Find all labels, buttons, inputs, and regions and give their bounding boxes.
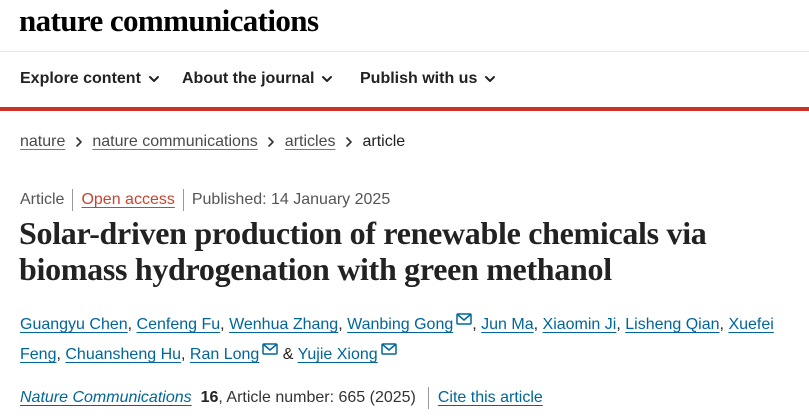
main-nav: Explore content About the journal Publis…	[0, 52, 809, 107]
divider	[182, 189, 184, 211]
site-logo[interactable]: nature communications	[19, 3, 319, 39]
divider	[427, 387, 429, 409]
article-title: Solar-driven production of renewable che…	[19, 215, 707, 287]
breadcrumb-articles[interactable]: articles	[285, 133, 336, 151]
nav-divider	[0, 107, 809, 111]
author-link[interactable]: Ran Long	[190, 346, 259, 363]
nav-about-journal[interactable]: About the journal	[182, 70, 334, 88]
author-link[interactable]: Xiaomin Ji	[543, 316, 617, 333]
author-link[interactable]: Cenfeng Fu	[137, 316, 221, 333]
author-link[interactable]: Guangyu Chen	[20, 316, 128, 333]
nav-item-label: Publish with us	[360, 70, 478, 87]
breadcrumb-nature[interactable]: nature	[20, 133, 65, 151]
breadcrumb: nature nature communications articles ar…	[20, 133, 405, 151]
chevron-down-icon	[483, 72, 497, 86]
author-separator: ,	[220, 316, 225, 333]
envelope-icon[interactable]	[456, 313, 472, 325]
author-conjunction: &	[282, 346, 294, 363]
envelope-icon[interactable]	[262, 343, 279, 355]
journal-link[interactable]: Nature Communications	[20, 389, 192, 407]
author-separator: ,	[719, 316, 724, 333]
author-link[interactable]: Wanbing Gong	[347, 316, 453, 333]
author-link[interactable]: Jun Ma	[481, 316, 533, 333]
nav-item-label: Explore content	[20, 70, 141, 87]
site-header: nature communications	[0, 0, 809, 52]
author-separator: ,	[616, 316, 621, 333]
published-date: Published: 14 January 2025	[191, 191, 391, 208]
author-link[interactable]: Wenhua Zhang	[229, 316, 338, 333]
breadcrumb-nature-communications[interactable]: nature communications	[92, 133, 257, 151]
cite-this-article-link[interactable]: Cite this article	[438, 389, 543, 407]
breadcrumb-current: article	[362, 133, 406, 150]
author-link[interactable]: Yujie Xiong	[298, 346, 378, 363]
nav-explore-content[interactable]: Explore content	[20, 70, 161, 88]
author-separator: ,	[56, 346, 61, 363]
divider	[72, 189, 74, 211]
author-separator: ,	[533, 316, 539, 333]
author-separator: ,	[472, 316, 477, 333]
author-separator: ,	[127, 316, 133, 333]
chevron-right-icon	[258, 133, 285, 151]
chevron-right-icon	[335, 133, 362, 151]
author-separator: ,	[181, 346, 186, 363]
nav-item-label: About the journal	[182, 70, 315, 87]
author-link[interactable]: Chuansheng Hu	[65, 346, 181, 363]
article-number: , Article number: 665 (2025)	[218, 389, 416, 406]
author-list: Guangyu Chen, Cenfeng Fu, Wenhua Zhang, …	[20, 310, 790, 370]
nav-publish-with-us[interactable]: Publish with us	[360, 70, 497, 88]
article-meta: Article Open access Published: 14 Januar…	[20, 189, 390, 211]
author-separator: ,	[338, 316, 343, 333]
envelope-icon[interactable]	[380, 343, 397, 355]
chevron-down-icon	[147, 72, 161, 86]
article-type: Article	[20, 191, 65, 208]
chevron-down-icon	[320, 72, 334, 86]
volume-number: 16	[200, 389, 219, 406]
chevron-right-icon	[65, 133, 92, 151]
citation-line: Nature Communications 16 , Article numbe…	[20, 387, 543, 409]
author-link[interactable]: Lisheng Qian	[625, 316, 719, 333]
open-access-link[interactable]: Open access	[81, 191, 174, 209]
